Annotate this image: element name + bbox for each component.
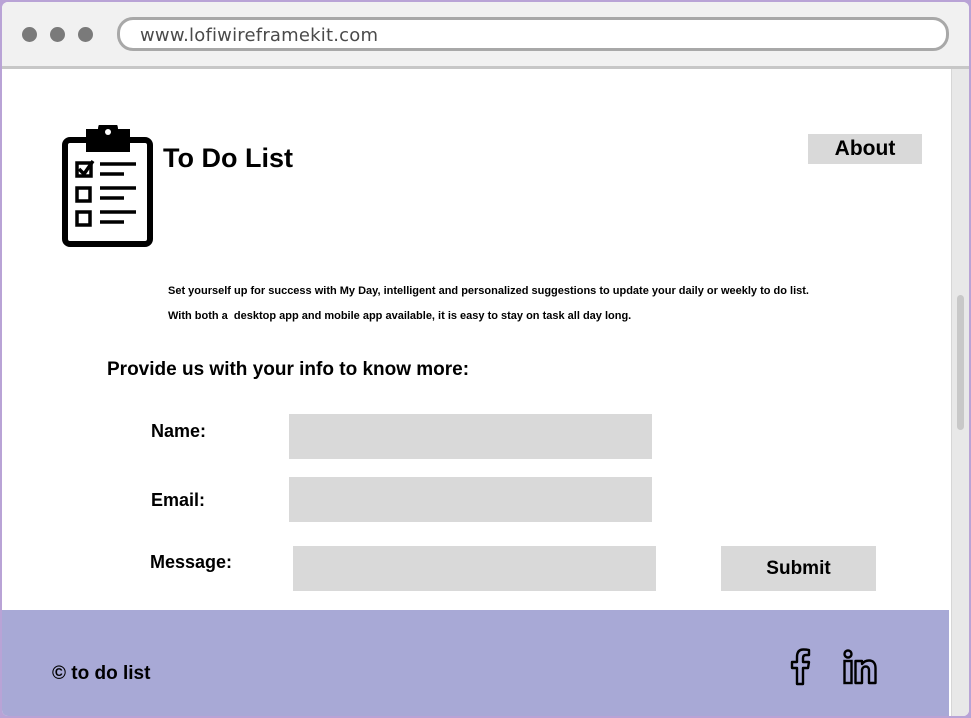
intro-text-line-2: With both a desktop app and mobile app a… — [168, 310, 632, 322]
copyright-text: © to do list — [52, 663, 151, 684]
window-close-dot[interactable] — [22, 27, 37, 42]
message-label: Message: — [150, 552, 233, 572]
browser-window: www.lofiwireframekit.com To Do List Abou… — [2, 2, 969, 716]
email-input[interactable] — [289, 477, 652, 522]
page-title: To Do List — [163, 143, 293, 173]
name-input[interactable] — [289, 414, 652, 459]
footer: © to do list — [2, 610, 949, 716]
name-label: Name: — [151, 421, 207, 441]
message-input[interactable] — [293, 546, 656, 591]
facebook-icon[interactable] — [782, 648, 818, 686]
window-minimize-dot[interactable] — [50, 27, 65, 42]
form-heading: Provide us with your info to know more: — [107, 359, 470, 380]
address-bar[interactable]: www.lofiwireframekit.com — [117, 17, 949, 51]
url-text: www.lofiwireframekit.com — [140, 25, 379, 46]
intro-text-line-1: Set yourself up for success with My Day,… — [168, 285, 809, 297]
submit-button[interactable]: Submit — [721, 546, 876, 591]
scrollbar-thumb[interactable] — [957, 295, 964, 430]
email-label: Email: — [151, 490, 206, 510]
linkedin-icon[interactable] — [842, 648, 878, 686]
about-button[interactable]: About — [808, 134, 922, 164]
browser-toolbar: www.lofiwireframekit.com — [2, 2, 969, 69]
clipboard-checklist-icon — [62, 125, 153, 247]
window-maximize-dot[interactable] — [78, 27, 93, 42]
